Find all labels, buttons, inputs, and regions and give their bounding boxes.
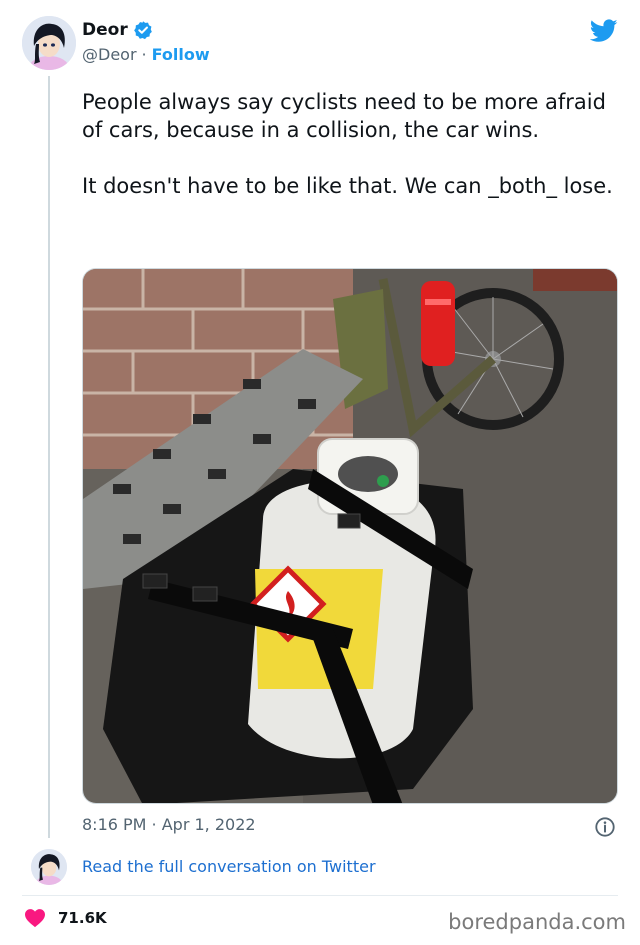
like-count: 71.6K — [58, 909, 107, 927]
cargo-bike-propane-image — [83, 269, 617, 803]
tweet-photo[interactable] — [82, 268, 618, 804]
conversation-avatar[interactable] — [31, 849, 67, 885]
like-action[interactable]: 71.6K — [24, 908, 107, 928]
info-icon[interactable] — [594, 816, 616, 838]
author-handle-row: @Deor · Follow — [82, 45, 210, 64]
read-conversation-link[interactable]: Read the full conversation on Twitter — [82, 857, 376, 876]
author-avatar[interactable] — [22, 16, 76, 70]
thread-line — [48, 76, 50, 838]
verified-badge-icon — [133, 21, 152, 40]
author-name-row: Deor — [82, 20, 153, 40]
tweet-timestamp[interactable]: 8:16 PM · Apr 1, 2022 — [82, 815, 256, 834]
separator-dot: · — [141, 45, 147, 64]
tweet-text: People always say cyclists need to be mo… — [82, 90, 613, 198]
twitter-bird-icon[interactable] — [590, 19, 618, 43]
boredpanda-watermark: boredpanda.com — [448, 910, 626, 934]
divider — [22, 895, 618, 896]
author-handle[interactable]: @Deor — [82, 45, 137, 64]
follow-button[interactable]: Follow — [152, 45, 210, 64]
author-display-name[interactable]: Deor — [82, 20, 128, 40]
heart-icon[interactable] — [24, 908, 46, 928]
tweet-card: Deor @Deor · Follow People always say cy… — [0, 0, 640, 945]
